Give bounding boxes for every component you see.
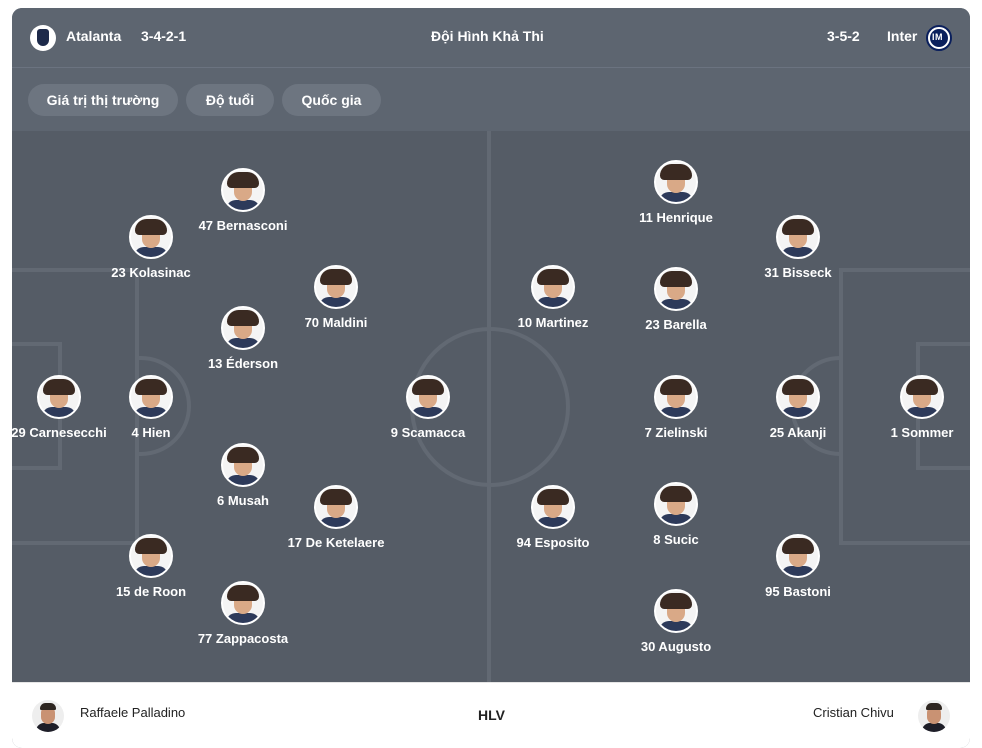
player-avatar (531, 265, 575, 309)
player-name: 95 Bastoni (765, 584, 831, 599)
player-avatar (776, 534, 820, 578)
filter-tabs: Giá trị thị trường Độ tuổi Quốc gia (12, 68, 970, 131)
player-sommer[interactable]: 1 Sommer (867, 375, 970, 441)
player-akanji[interactable]: 25 Akanji (743, 375, 853, 441)
player-zappacosta[interactable]: 77 Zappacosta (188, 581, 298, 647)
home-team-name[interactable]: Atalanta (66, 28, 121, 44)
player-barella[interactable]: 23 Barella (621, 267, 731, 333)
player-avatar (129, 215, 173, 259)
player-avatar (221, 581, 265, 625)
coach-footer: Raffaele Palladino HLV Cristian Chivu (12, 682, 970, 748)
player-avatar (314, 265, 358, 309)
player-name: 94 Esposito (516, 535, 590, 550)
player-name: 17 De Ketelaere (287, 535, 385, 550)
player-name: 9 Scamacca (390, 425, 466, 440)
player-avatar (221, 168, 265, 212)
player-avatar (314, 485, 358, 529)
player-avatar (654, 267, 698, 311)
player-avatar (221, 306, 265, 350)
pitch: 47 Bernasconi 23 Kolasinac 70 Maldini 13… (12, 131, 970, 682)
away-coach-name[interactable]: Cristian Chivu (813, 705, 894, 720)
player-name: 4 Hien (131, 425, 171, 440)
player-bastoni[interactable]: 95 Bastoni (743, 534, 853, 600)
player-augusto[interactable]: 30 Augusto (621, 589, 731, 655)
player-avatar (776, 375, 820, 419)
lineup-header: Atalanta 3-4-2-1 Đội Hình Khả Thi 3-5-2 … (12, 8, 970, 68)
player-esposito[interactable]: 94 Esposito (498, 485, 608, 551)
home-coach-name[interactable]: Raffaele Palladino (80, 705, 185, 720)
player-scamacca[interactable]: 9 Scamacca (373, 375, 483, 441)
player-kolasinac[interactable]: 23 Kolasinac (96, 215, 206, 281)
player-martinez[interactable]: 10 Martinez (498, 265, 608, 331)
player-de-ketelaere[interactable]: 17 De Ketelaere (281, 485, 391, 551)
player-sucic[interactable]: 8 Sucic (621, 482, 731, 548)
player-avatar (654, 160, 698, 204)
player-avatar (900, 375, 944, 419)
player-name: 10 Martinez (517, 315, 589, 330)
player-avatar (129, 375, 173, 419)
tab-age[interactable]: Độ tuổi (186, 84, 274, 116)
tab-market-value[interactable]: Giá trị thị trường (28, 84, 178, 116)
player-henrique[interactable]: 11 Henrique (621, 160, 731, 226)
player-name: 8 Sucic (653, 532, 699, 547)
player-ederson[interactable]: 13 Éderson (188, 306, 298, 372)
away-coach-avatar[interactable] (918, 700, 950, 732)
player-avatar (129, 534, 173, 578)
player-zielinski[interactable]: 7 Zielinski (621, 375, 731, 441)
player-avatar (406, 375, 450, 419)
home-coach-avatar[interactable] (32, 700, 64, 732)
player-avatar (531, 485, 575, 529)
player-avatar (37, 375, 81, 419)
player-name: 30 Augusto (640, 639, 712, 654)
away-formation: 3-5-2 (827, 28, 860, 44)
player-name: 23 Kolasinac (111, 265, 191, 280)
player-hien[interactable]: 4 Hien (96, 375, 206, 441)
player-avatar (654, 375, 698, 419)
player-name: 7 Zielinski (644, 425, 708, 440)
player-bisseck[interactable]: 31 Bisseck (743, 215, 853, 281)
player-avatar (221, 443, 265, 487)
coach-label: HLV (478, 707, 505, 723)
home-formation: 3-4-2-1 (141, 28, 187, 44)
player-name: 1 Sommer (890, 425, 954, 440)
player-name: 25 Akanji (769, 425, 827, 440)
player-name: 13 Éderson (207, 356, 279, 371)
lineup-card: Atalanta 3-4-2-1 Đội Hình Khả Thi 3-5-2 … (12, 8, 970, 748)
tab-nationality[interactable]: Quốc gia (282, 84, 381, 116)
player-name: 77 Zappacosta (197, 631, 289, 646)
away-team-name[interactable]: Inter (887, 28, 917, 44)
inter-logo-icon[interactable] (926, 25, 952, 51)
player-name: 11 Henrique (639, 210, 713, 225)
atalanta-logo-icon[interactable] (30, 25, 56, 51)
lineup-title: Đội Hình Khả Thi (431, 28, 544, 44)
player-avatar (776, 215, 820, 259)
player-avatar (654, 482, 698, 526)
player-name: 31 Bisseck (764, 265, 832, 280)
player-name: 23 Barella (645, 317, 707, 332)
player-avatar (654, 589, 698, 633)
